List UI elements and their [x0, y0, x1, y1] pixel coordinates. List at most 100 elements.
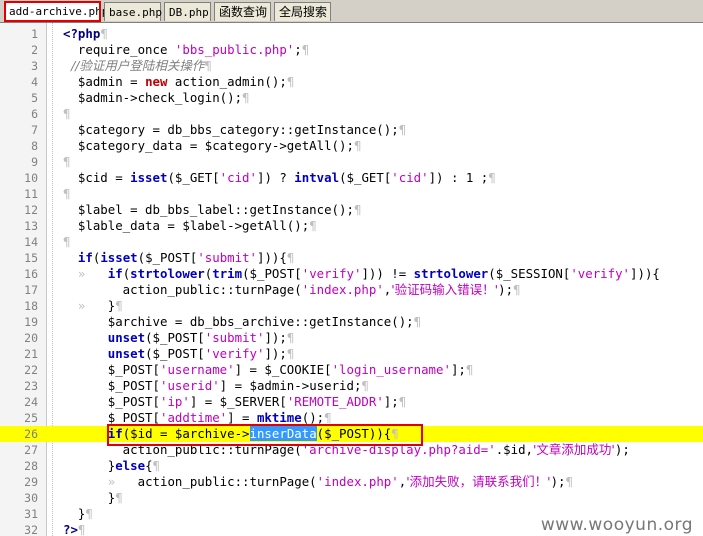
code-token: ]); [264, 346, 287, 361]
line-number: 5 [31, 91, 38, 105]
code-token: ])) != [361, 266, 414, 281]
line-number: 26 [24, 427, 38, 441]
tab-add-archive[interactable]: add-archive.php [4, 1, 108, 22]
whitespace-marker: ¶ [488, 170, 496, 185]
code-line[interactable]: 21 unset($_POST['verify']);¶ [0, 346, 703, 362]
line-code: $category_data = $category->getAll();¶ [63, 138, 362, 154]
whitespace-marker: ¶ [565, 474, 573, 489]
code-token: $lable_data = $label->getAll(); [63, 218, 310, 233]
code-line[interactable]: 12 $label = db_bbs_label::getInstance();… [0, 202, 703, 218]
code-line[interactable]: 7 $category = db_bbs_category::getInstan… [0, 122, 703, 138]
code-line[interactable]: 17 action_public::turnPage('index.php','… [0, 282, 703, 298]
code-token: ]); [264, 330, 287, 345]
code-token: 'archive-display.php?aid=' [301, 442, 496, 457]
tab-function-lookup[interactable]: 函数查询 [214, 2, 271, 21]
code-line[interactable]: 30 }¶ [0, 490, 703, 506]
code-token: 'username' [159, 362, 235, 377]
code-token: 'addtime' [159, 410, 228, 425]
code-token: ; [294, 42, 302, 57]
line-code: $_POST['userid'] = $admin->userid;¶ [63, 378, 369, 394]
code-line[interactable]: 8 $category_data = $category->getAll();¶ [0, 138, 703, 154]
code-line[interactable]: 13 $lable_data = $label->getAll();¶ [0, 218, 703, 234]
code-line[interactable]: 2 require_once 'bbs_public.php';¶ [0, 42, 703, 58]
line-number: 23 [24, 379, 38, 393]
code-line[interactable]: 22 $_POST['username'] = $_COOKIE['login_… [0, 362, 703, 378]
code-token: 'cid' [219, 170, 257, 185]
code-token: $category = db_bbs_category::getInstance… [63, 122, 399, 137]
code-line[interactable]: 3 //验证用户登陆相关操作¶ [0, 58, 703, 74]
code-token: action_admin(); [167, 74, 287, 89]
code-line[interactable]: 6 ¶ [0, 106, 703, 122]
whitespace-marker: ¶ [204, 58, 212, 73]
whitespace-marker: ¶ [63, 154, 71, 169]
line-number: 4 [31, 75, 38, 89]
code-editor[interactable]: 1 <?php¶ 2 require_once 'bbs_public.php';¶… [0, 23, 703, 536]
code-line[interactable]: 24 $_POST['ip'] = $_SERVER['REMOTE_ADDR'… [0, 394, 703, 410]
whitespace-marker: ¶ [286, 330, 295, 345]
code-token: else [115, 458, 146, 473]
line-code: ¶ [63, 106, 70, 122]
code-line[interactable]: 14 ¶ [0, 234, 703, 250]
code-line[interactable]: 27 action_public::turnPage('archive-disp… [0, 442, 703, 458]
code-line[interactable]: 5 $admin->check_login();¶ [0, 90, 703, 106]
code-token: <?php [63, 26, 101, 41]
whitespace-marker: ¶ [286, 74, 295, 89]
code-token: intval [294, 170, 340, 185]
code-token: '文章添加成功' [533, 442, 615, 457]
code-line[interactable]: 20 unset($_POST['submit']);¶ [0, 330, 703, 346]
code-line[interactable]: 16 » if(strtolower(trim($_POST['verify']… [0, 266, 703, 282]
code-line[interactable]: 18 » }¶ [0, 298, 703, 314]
line-code: $_POST['ip'] = $_SERVER['REMOTE_ADDR'];¶ [63, 394, 406, 410]
code-token: ] = [227, 410, 257, 425]
code-token: ?> [63, 522, 78, 536]
tab-global-search[interactable]: 全局搜索 [274, 2, 331, 21]
code-token: $label = db_bbs_label::getInstance(); [63, 202, 354, 217]
line-code: ¶ [63, 234, 70, 250]
code-line[interactable]: 10 $cid = isset($_GET['cid']) ? intval($… [0, 170, 703, 186]
code-token: unset [107, 330, 146, 345]
code-line[interactable]: 23 $_POST['userid'] = $admin->userid;¶ [0, 378, 703, 394]
code-line[interactable]: 25 $_POST['addtime'] = mktime();¶ [0, 410, 703, 426]
code-line[interactable]: 11 ¶ [0, 186, 703, 202]
code-token: } [63, 506, 86, 521]
line-code: » }¶ [63, 298, 123, 314]
current-code-line[interactable]: 26 if($id = $archive->inserData($_POST))… [0, 426, 703, 442]
code-token: 'verify' [301, 266, 362, 281]
line-number: 15 [24, 251, 38, 265]
code-token: 'login_username' [331, 362, 451, 377]
code-token: action_public::turnPage( [137, 474, 317, 489]
line-number: 31 [24, 507, 38, 521]
line-number: 21 [24, 347, 38, 361]
code-token: } [63, 490, 116, 505]
code-line[interactable]: 4 $admin = new action_admin();¶ [0, 74, 703, 90]
code-line[interactable]: 28 }else{¶ [0, 458, 703, 474]
line-code: $archive = db_bbs_archive::getInstance()… [63, 314, 421, 330]
code-token: 'index.php' [316, 474, 399, 489]
whitespace-marker: ¶ [413, 314, 422, 329]
code-token: $_POST[ [63, 394, 160, 409]
line-code: if(isset($_POST['submit'])){¶ [63, 250, 294, 266]
code-token: } [63, 458, 116, 473]
code-token: ($_POST)){ [316, 426, 392, 441]
whitespace-marker: ¶ [115, 298, 123, 313]
tab-base[interactable]: base.php [104, 2, 162, 21]
watermark: www.wooyun.org [532, 514, 701, 536]
line-number: 12 [24, 203, 38, 217]
line-code: //验证用户登陆相关操作¶ [63, 58, 212, 74]
code-token: ($id = $archive-> [122, 426, 250, 441]
code-line[interactable]: 9 ¶ [0, 154, 703, 170]
code-token: ]; [383, 394, 399, 409]
whitespace-marker: ¶ [63, 234, 71, 249]
code-token: 'REMOTE_ADDR' [286, 394, 384, 409]
tab-db[interactable]: DB.php [164, 2, 211, 21]
line-number: 16 [24, 267, 38, 281]
code-line[interactable]: 19 $archive = db_bbs_archive::getInstanc… [0, 314, 703, 330]
code-line[interactable]: 29 » action_public::turnPage('index.php'… [0, 474, 703, 490]
code-line[interactable]: 1 <?php¶ [0, 26, 703, 42]
code-line[interactable]: 15 if(isset($_POST['submit'])){¶ [0, 250, 703, 266]
line-number: 27 [24, 443, 38, 457]
whitespace-marker: ¶ [391, 426, 399, 441]
whitespace-marker: ¶ [398, 394, 407, 409]
